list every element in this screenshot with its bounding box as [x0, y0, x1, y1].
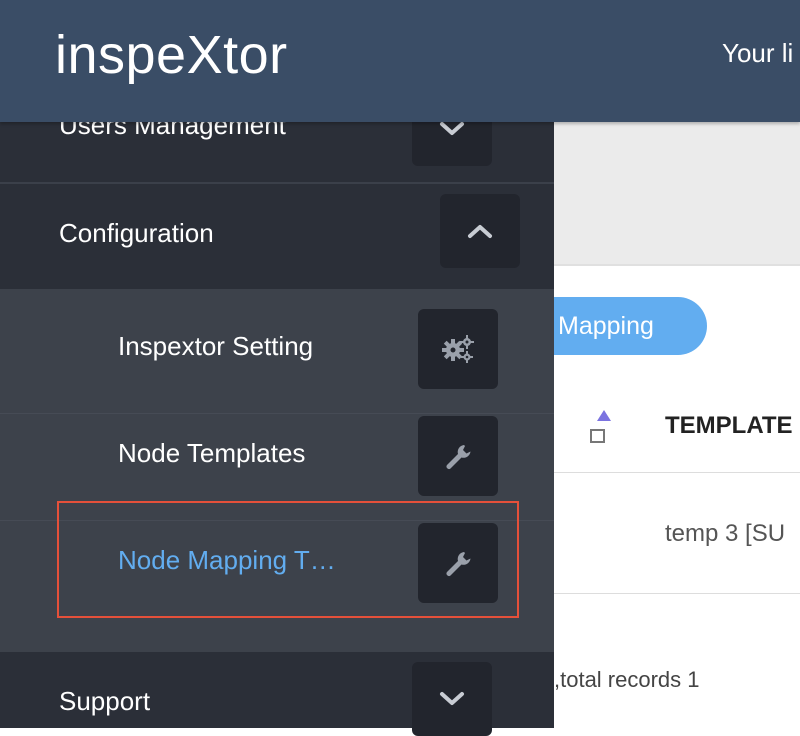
- submenu-item-inspextor-setting[interactable]: Inspextor Setting: [0, 289, 554, 396]
- chevron-up-icon: [468, 225, 492, 238]
- configuration-toggle-button[interactable]: [440, 194, 520, 268]
- row-divider: [554, 472, 800, 473]
- node-templates-button[interactable]: [418, 416, 498, 496]
- sort-arrow-icon: [597, 410, 611, 421]
- column-header-template[interactable]: TEMPLATE: [665, 412, 793, 440]
- selection-highlight: [57, 501, 519, 618]
- sort-toggle[interactable]: [590, 410, 611, 446]
- sidebar-item-support[interactable]: Support: [0, 652, 554, 736]
- node-mapping-button-label: Mapping: [558, 312, 654, 340]
- inspextor-setting-button[interactable]: [418, 309, 498, 389]
- app-logo[interactable]: inspeXtor: [55, 24, 288, 86]
- table-cell-template: temp 3 [SU: [665, 520, 786, 547]
- welcome-text: Your li: [722, 38, 794, 68]
- top-header: inspeXtor Your li: [0, 0, 800, 122]
- records-count: ,total records 1: [554, 667, 700, 692]
- submenu-item-label: Node Templates: [118, 438, 306, 468]
- content-top-panel: [554, 122, 800, 266]
- chevron-down-icon: [440, 692, 464, 705]
- sidebar-item-label: Support: [59, 686, 151, 716]
- submenu-item-label: Inspextor Setting: [118, 331, 314, 361]
- support-toggle-button[interactable]: [412, 662, 492, 736]
- row-divider: [554, 593, 800, 594]
- chevron-down-icon: [440, 122, 464, 135]
- submenu-item-node-templates[interactable]: Node Templates: [0, 396, 554, 503]
- wrench-icon: [446, 445, 471, 469]
- sidebar-item-configuration[interactable]: Configuration: [0, 184, 554, 289]
- gears-icon: [442, 335, 474, 363]
- select-all-checkbox[interactable]: [590, 429, 605, 443]
- sidebar-item-label: Configuration: [59, 218, 214, 248]
